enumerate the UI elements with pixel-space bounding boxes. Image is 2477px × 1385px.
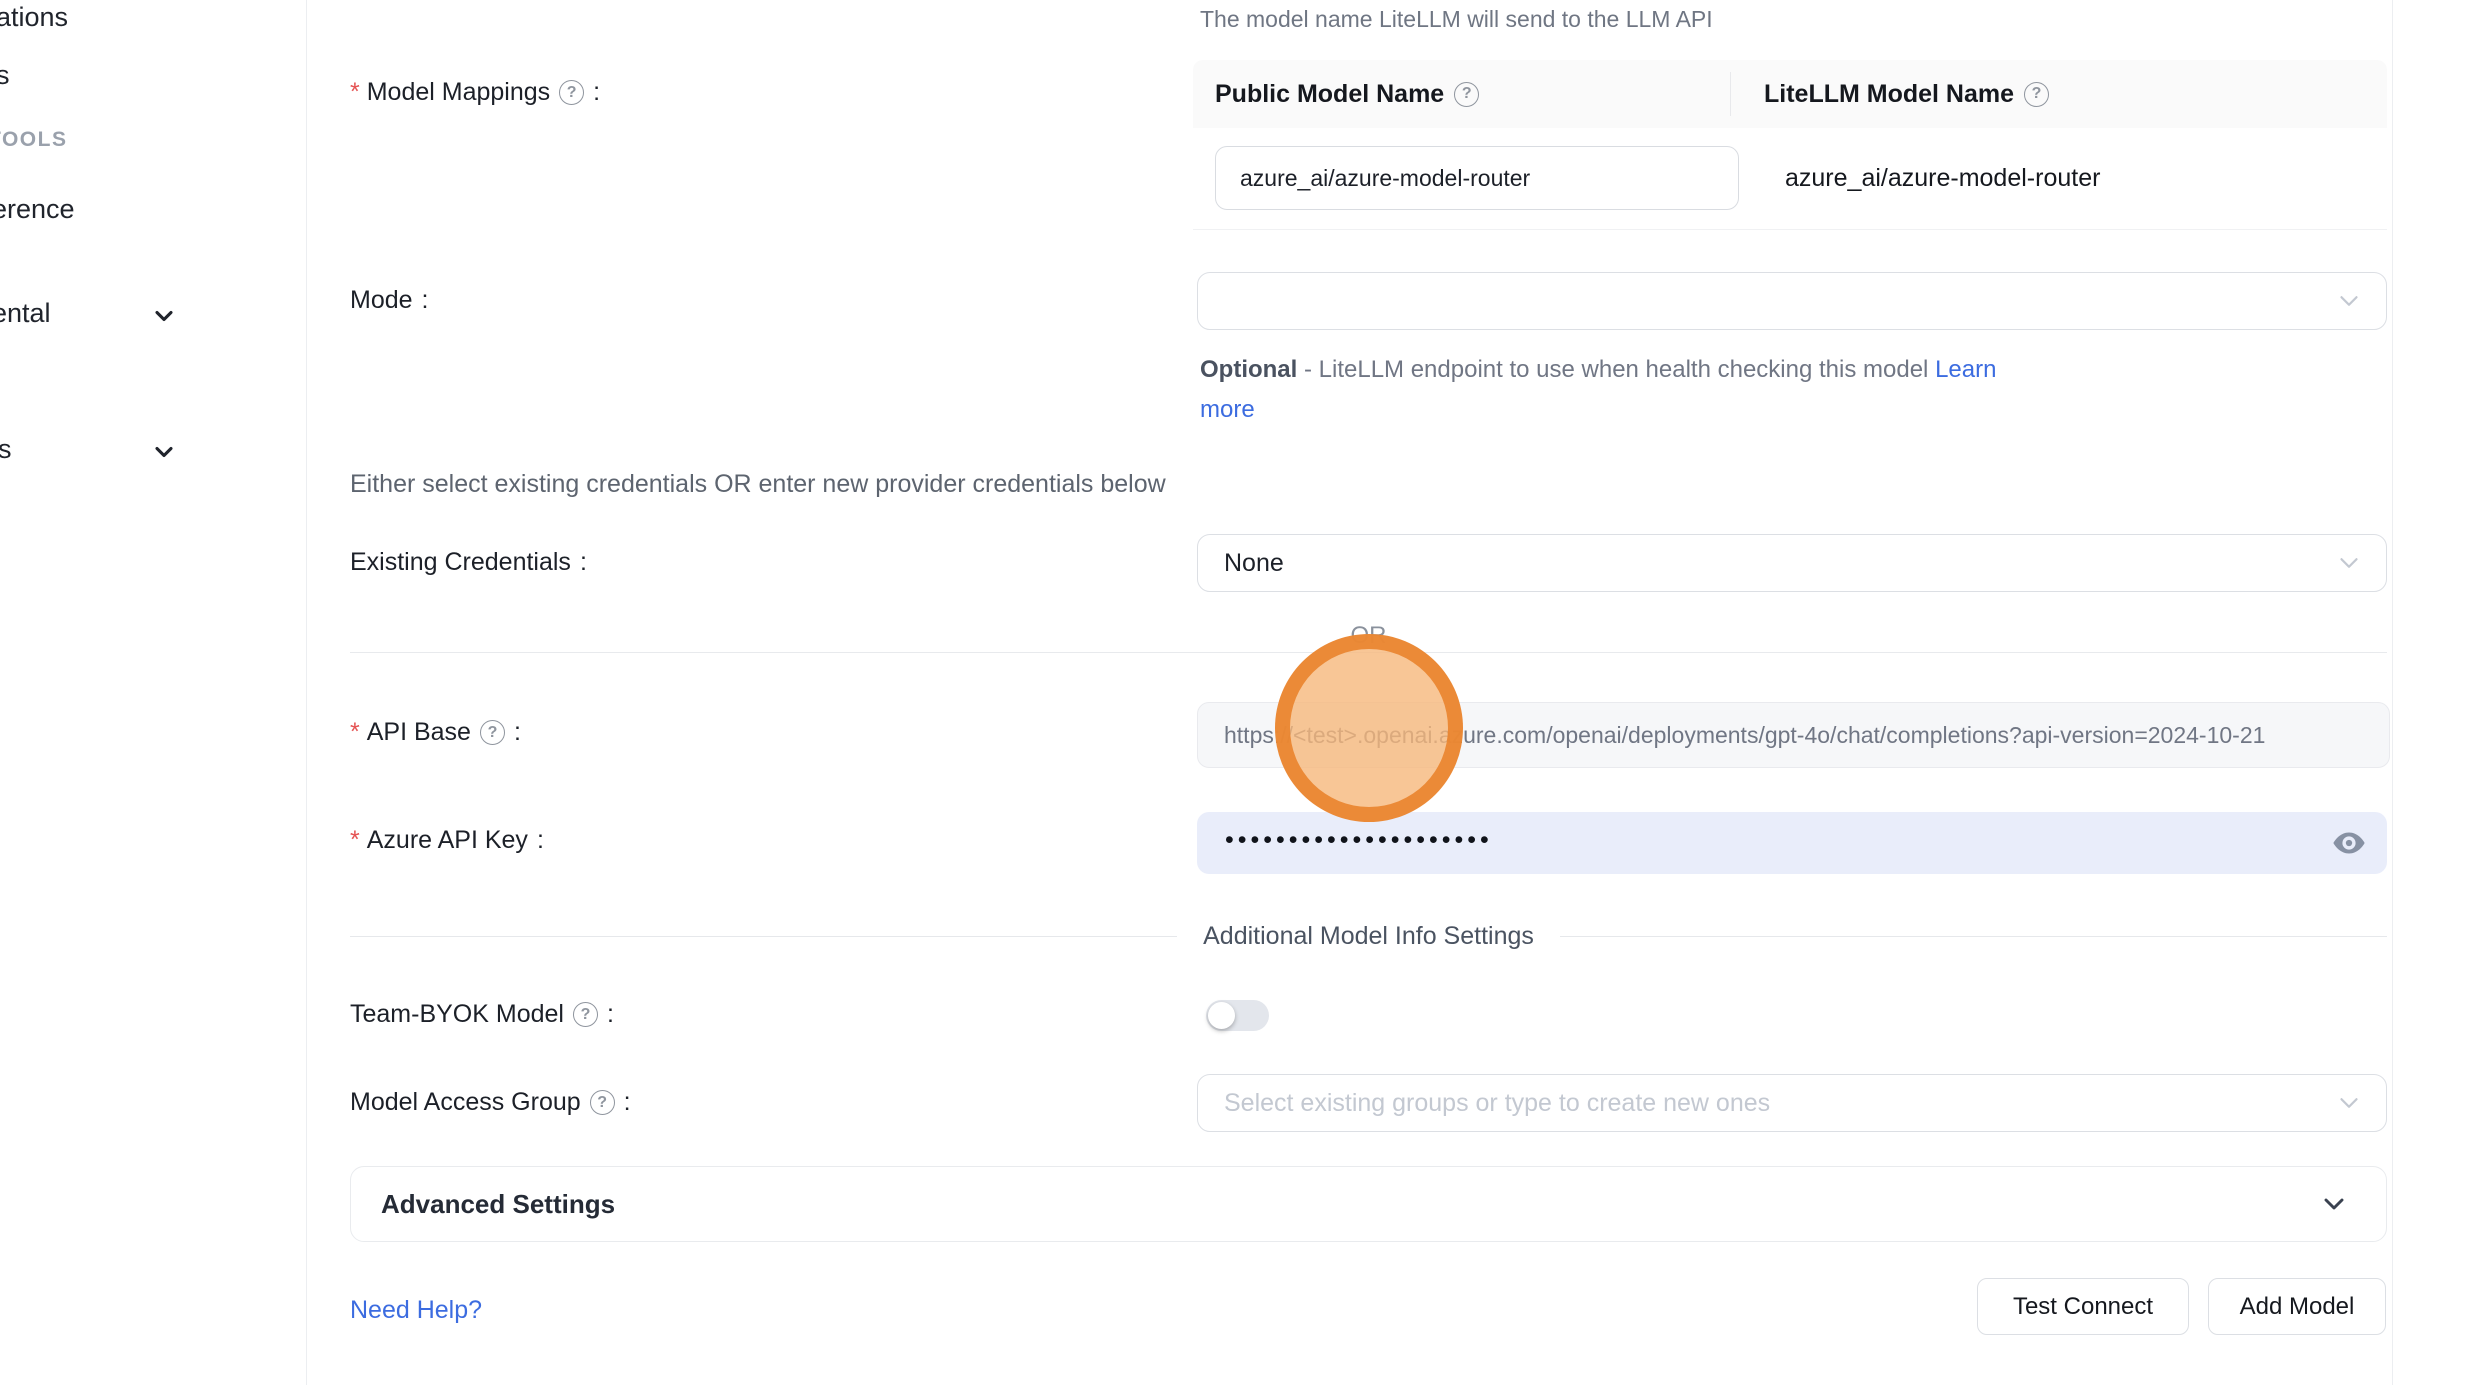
help-icon[interactable]: ? xyxy=(480,720,505,745)
additional-model-info-divider: Additional Model Info Settings xyxy=(350,922,2387,951)
model-access-group-placeholder: Select existing groups or type to create… xyxy=(1224,1089,1770,1118)
chevron-down-icon xyxy=(2318,1188,2350,1220)
model-mappings-table-header: Public Model Name ? LiteLLM Model Name ? xyxy=(1193,60,2387,128)
advanced-settings-title: Advanced Settings xyxy=(381,1189,615,1220)
advanced-settings-header[interactable]: Advanced Settings xyxy=(350,1166,2387,1242)
chevron-down-icon xyxy=(2334,1088,2364,1118)
need-help-link[interactable]: Need Help? xyxy=(350,1296,482,1325)
litellm-model-name-header: LiteLLM Model Name ? xyxy=(1730,80,2049,109)
chevron-down-icon xyxy=(150,302,178,330)
help-icon[interactable]: ? xyxy=(573,1002,598,1027)
chevron-down-icon xyxy=(150,438,178,466)
add-model-button[interactable]: Add Model xyxy=(2208,1278,2386,1335)
help-icon[interactable]: ? xyxy=(590,1090,615,1115)
sidebar-section-tools: TOOLS xyxy=(0,128,67,152)
model-access-group-select[interactable]: Select existing groups or type to create… xyxy=(1197,1074,2387,1132)
required-asterisk: * xyxy=(350,718,360,747)
or-divider: OR xyxy=(350,638,2387,666)
model-name-helper-text: The model name LiteLLM will send to the … xyxy=(1200,6,1713,33)
mode-label: Mode : xyxy=(350,286,429,315)
model-mappings-label: * Model Mappings ? : xyxy=(350,78,600,107)
mode-select[interactable] xyxy=(1197,272,2387,330)
azure-api-key-label: * Azure API Key : xyxy=(350,826,544,855)
help-icon[interactable]: ? xyxy=(559,80,584,105)
existing-credentials-select[interactable]: None xyxy=(1197,534,2387,592)
help-icon[interactable]: ? xyxy=(2024,82,2049,107)
team-byok-toggle[interactable] xyxy=(1206,1000,1269,1031)
model-access-group-label: Model Access Group ? : xyxy=(350,1088,631,1117)
credentials-note: Either select existing credentials OR en… xyxy=(350,470,1166,499)
model-mappings-table: Public Model Name ? LiteLLM Model Name ?… xyxy=(1193,60,2387,230)
sidebar-item-fragment[interactable]: ations xyxy=(0,2,68,33)
existing-credentials-value: None xyxy=(1224,549,1284,578)
litellm-model-name-value: azure_ai/azure-model-router xyxy=(1785,164,2100,193)
public-model-name-header: Public Model Name ? xyxy=(1193,80,1730,109)
eye-icon[interactable] xyxy=(2331,825,2367,861)
chevron-down-icon xyxy=(2334,548,2364,578)
or-divider-label: OR xyxy=(1331,622,1407,650)
required-asterisk: * xyxy=(350,78,360,107)
api-base-label: * API Base ? : xyxy=(350,718,521,747)
api-base-input[interactable]: https://<test>.openai.azure.com/openai/d… xyxy=(1197,702,2390,768)
public-model-name-input[interactable] xyxy=(1215,146,1739,210)
masked-api-key: ••••••••••••••••••••• xyxy=(1225,828,1493,853)
existing-credentials-label: Existing Credentials : xyxy=(350,548,587,577)
additional-model-info-label: Additional Model Info Settings xyxy=(1203,922,1534,951)
sidebar-item-fragment[interactable]: s xyxy=(0,60,10,91)
chevron-down-icon xyxy=(2334,286,2364,316)
team-byok-label: Team-BYOK Model ? : xyxy=(350,1000,614,1029)
test-connect-button[interactable]: Test Connect xyxy=(1977,1278,2189,1335)
sidebar-item-fragment[interactable]: ental xyxy=(0,298,51,329)
azure-api-key-input[interactable]: ••••••••••••••••••••• xyxy=(1197,812,2387,874)
panel-left-border xyxy=(306,0,307,1385)
column-divider xyxy=(1730,72,1731,116)
required-asterisk: * xyxy=(350,826,360,855)
mode-helper-text: Optional - LiteLLM endpoint to use when … xyxy=(1200,350,2040,430)
sidebar-item-fragment[interactable]: s xyxy=(0,434,12,465)
panel-right-border xyxy=(2392,0,2393,1385)
sidebar-item-fragment[interactable]: erence xyxy=(0,194,75,225)
model-mapping-row: azure_ai/azure-model-router xyxy=(1193,128,2387,228)
help-icon[interactable]: ? xyxy=(1454,82,1479,107)
sidebar: ations s TOOLS erence ental s xyxy=(0,0,306,1385)
